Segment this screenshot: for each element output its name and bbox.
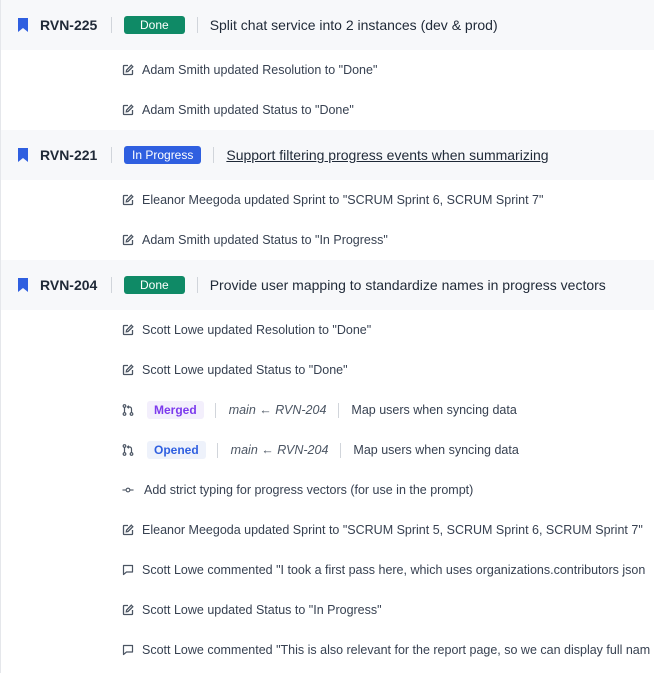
activity-text: Scott Lowe updated Status to "Done"	[142, 363, 348, 377]
status-badge: Done	[124, 16, 185, 34]
issue-title-link[interactable]: Support filtering progress events when s…	[226, 147, 548, 163]
divider	[213, 147, 215, 163]
merged-badge: Merged	[147, 401, 204, 419]
pull-request-title[interactable]: Map users when syncing data	[351, 403, 516, 417]
comment-text: Scott Lowe commented "This is also relev…	[142, 643, 651, 657]
divider	[111, 147, 112, 163]
activity-text: Adam Smith updated Resolution to "Done"	[142, 63, 378, 77]
branch-label: main ← RVN-204	[230, 443, 329, 457]
bookmark-icon	[17, 278, 29, 292]
branch-label: main ← RVN-204	[228, 403, 327, 417]
activity-item: Adam Smith updated Status to "In Progres…	[1, 220, 654, 260]
edit-icon	[122, 524, 134, 536]
activity-item: Scott Lowe updated Status to "Done"	[1, 350, 654, 390]
activity-text: Eleanor Meegoda updated Sprint to "SCRUM…	[142, 523, 643, 537]
edit-icon	[122, 234, 134, 246]
issue-key[interactable]: RVN-225	[40, 17, 100, 33]
divider	[338, 402, 340, 418]
pull-request-icon	[122, 404, 134, 416]
comment-icon	[122, 644, 134, 656]
activity-text: Scott Lowe updated Resolution to "Done"	[142, 323, 372, 337]
activity-item: Adam Smith updated Resolution to "Done"	[1, 50, 654, 90]
edit-icon	[122, 604, 134, 616]
divider	[196, 277, 198, 293]
issue-header[interactable]: RVN-225 Done Split chat service into 2 i…	[1, 0, 654, 50]
commit-item[interactable]: Add strict typing for progress vectors (…	[1, 470, 654, 510]
commit-icon	[122, 484, 134, 496]
issue-header[interactable]: RVN-204 Done Provide user mapping to sta…	[1, 260, 654, 310]
status-badge: Done	[124, 276, 185, 294]
divider	[340, 442, 342, 458]
edit-icon	[122, 324, 134, 336]
comment-icon	[122, 564, 134, 576]
issue-key[interactable]: RVN-204	[40, 277, 100, 293]
issue-title[interactable]: Provide user mapping to standardize name…	[210, 277, 606, 293]
activity-text: Adam Smith updated Status to "In Progres…	[142, 233, 388, 247]
divider	[216, 442, 218, 458]
pull-request-icon	[122, 444, 134, 456]
bookmark-icon	[17, 18, 29, 32]
issue-title[interactable]: Split chat service into 2 instances (dev…	[210, 17, 498, 33]
divider	[111, 17, 112, 33]
activity-item: Scott Lowe updated Status to "In Progres…	[1, 590, 654, 630]
edit-icon	[122, 194, 134, 206]
issue-key[interactable]: RVN-221	[40, 147, 100, 163]
activity-text: Adam Smith updated Status to "Done"	[142, 103, 354, 117]
activity-item: Eleanor Meegoda updated Sprint to "SCRUM…	[1, 510, 654, 550]
divider	[111, 277, 112, 293]
pull-request-item[interactable]: Merged main ← RVN-204 Map users when syn…	[1, 390, 654, 430]
activity-item: Eleanor Meegoda updated Sprint to "SCRUM…	[1, 180, 654, 220]
bookmark-icon	[17, 148, 29, 162]
pull-request-title[interactable]: Map users when syncing data	[353, 443, 518, 457]
activity-item: Scott Lowe updated Resolution to "Done"	[1, 310, 654, 350]
commit-message: Add strict typing for progress vectors (…	[144, 483, 474, 497]
edit-icon	[122, 104, 134, 116]
activity-text: Scott Lowe updated Status to "In Progres…	[142, 603, 382, 617]
activity-text: Eleanor Meegoda updated Sprint to "SCRUM…	[142, 193, 544, 207]
comment-text: Scott Lowe commented "I took a first pas…	[142, 563, 646, 577]
activity-feed: RVN-225 Done Split chat service into 2 i…	[0, 0, 654, 673]
opened-badge: Opened	[147, 441, 206, 459]
status-badge: In Progress	[124, 146, 202, 164]
issue-header[interactable]: RVN-221 In Progress Support filtering pr…	[1, 130, 654, 180]
edit-icon	[122, 64, 134, 76]
comment-item: Scott Lowe commented "I took a first pas…	[1, 550, 654, 590]
activity-item: Adam Smith updated Status to "Done"	[1, 90, 654, 130]
divider	[196, 17, 198, 33]
pull-request-item[interactable]: Opened main ← RVN-204 Map users when syn…	[1, 430, 654, 470]
comment-item: Scott Lowe commented "This is also relev…	[1, 630, 654, 670]
divider	[214, 402, 216, 418]
edit-icon	[122, 364, 134, 376]
